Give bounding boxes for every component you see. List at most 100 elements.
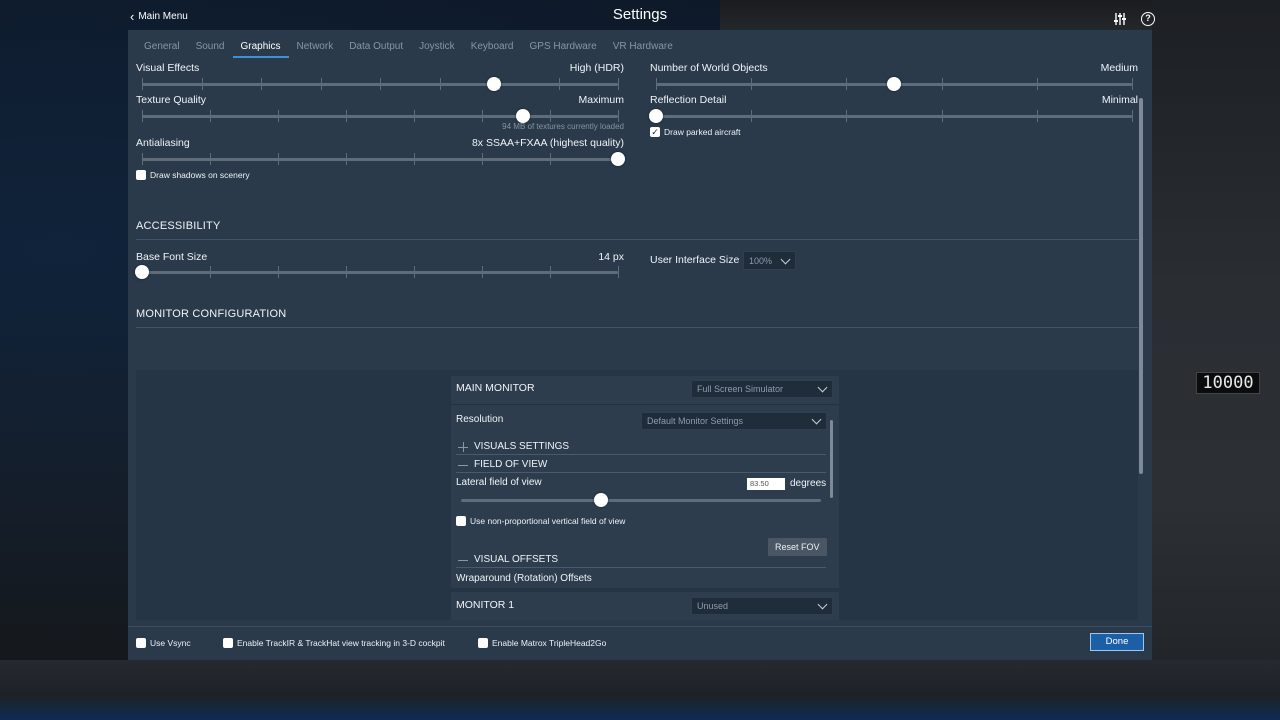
- slider-tick: [550, 110, 551, 122]
- slider-tick: [142, 110, 143, 122]
- texture-memory-note: 94 MB of textures currently loaded: [502, 122, 624, 131]
- world-objects-slider[interactable]: [656, 76, 1133, 92]
- slider-tick: [320, 78, 322, 90]
- accessibility-section-title: ACCESSIBILITY: [136, 220, 221, 232]
- slider-tick: [201, 78, 203, 90]
- visual-effects-label: Visual Effects: [136, 62, 200, 74]
- slider-tick: [414, 266, 415, 278]
- slider-tick: [142, 153, 143, 165]
- slider-tick: [414, 153, 415, 165]
- slider-thumb[interactable]: [135, 265, 149, 279]
- visuals-settings-label: VISUALS SETTINGS: [474, 441, 570, 452]
- top-bar: ‹ Main Menu Settings ?: [0, 0, 1280, 32]
- visuals-divider: [456, 454, 826, 455]
- slider-thumb[interactable]: [649, 109, 663, 123]
- lateral-fov-input[interactable]: [747, 478, 785, 490]
- use-vsync-checkbox[interactable]: Use Vsync: [136, 638, 191, 648]
- tab-graphics[interactable]: Graphics: [232, 38, 289, 58]
- tab-vr-hardware[interactable]: VR Hardware: [605, 38, 681, 58]
- slider-tick: [618, 110, 619, 122]
- help-glyph: ?: [1141, 12, 1155, 26]
- checkbox-box[interactable]: [136, 170, 146, 180]
- resolution-dropdown[interactable]: Default Monitor Settings: [641, 412, 827, 430]
- tab-bar: General Sound Graphics Network Data Outp…: [128, 38, 681, 58]
- slider-tick: [380, 78, 381, 90]
- reset-fov-button[interactable]: Reset FOV: [768, 538, 827, 556]
- main-monitor-mode-dropdown[interactable]: Full Screen Simulator: [691, 380, 833, 398]
- slider-thumb[interactable]: [515, 109, 530, 123]
- chevron-down-icon: [817, 599, 828, 610]
- checkbox-box[interactable]: ✓: [650, 127, 660, 137]
- lateral-fov-slider[interactable]: [461, 492, 821, 508]
- use-vsync-label: Use Vsync: [150, 638, 191, 648]
- slider-track[interactable]: [656, 115, 1132, 118]
- settings-content: Visual Effects High (HDR) Texture Qualit…: [128, 60, 1144, 620]
- monitor-config-divider: [136, 327, 1138, 328]
- settings-scrollbar[interactable]: [1139, 98, 1143, 474]
- tab-general[interactable]: General: [136, 38, 188, 58]
- monitor-1-mode-dropdown[interactable]: Unused: [691, 597, 833, 615]
- slider-tick: [142, 78, 143, 90]
- visuals-settings-header[interactable]: VISUALS SETTINGS: [458, 441, 569, 452]
- collapse-minus-icon: [458, 555, 468, 565]
- sliders-icon[interactable]: [1112, 11, 1128, 27]
- draw-shadows-checkbox[interactable]: Draw shadows on scenery: [136, 170, 250, 180]
- reflection-detail-slider[interactable]: [649, 108, 1133, 124]
- slider-tick: [846, 110, 848, 122]
- slider-tick: [346, 266, 347, 278]
- world-objects-value: Medium: [1100, 62, 1138, 74]
- chevron-down-icon: [811, 414, 822, 425]
- tab-sound[interactable]: Sound: [188, 38, 233, 58]
- lateral-fov-label: Lateral field of view: [456, 477, 542, 488]
- field-of-view-header[interactable]: FIELD OF VIEW: [458, 459, 547, 470]
- trackir-checkbox[interactable]: Enable TrackIR & TrackHat view tracking …: [223, 638, 445, 648]
- slider-tick: [414, 110, 415, 122]
- checkbox-box[interactable]: [478, 638, 488, 648]
- slider-tick: [618, 266, 619, 278]
- slider-tick: [941, 110, 943, 122]
- antialiasing-slider[interactable]: [142, 151, 625, 167]
- slider-tick: [439, 78, 441, 90]
- slider-tick: [278, 110, 279, 122]
- visual-effects-slider[interactable]: [142, 76, 619, 92]
- tab-joystick[interactable]: Joystick: [411, 38, 463, 58]
- slider-thumb[interactable]: [611, 152, 625, 166]
- reflection-detail-value: Minimal: [1101, 94, 1138, 106]
- slider-thumb[interactable]: [594, 493, 609, 507]
- matrox-checkbox[interactable]: Enable Matrox TripleHead2Go: [478, 638, 606, 648]
- reflection-detail-label: Reflection Detail: [650, 94, 727, 106]
- draw-parked-aircraft-checkbox[interactable]: ✓ Draw parked aircraft: [650, 127, 741, 137]
- fov-divider: [456, 472, 826, 473]
- checkbox-box[interactable]: [223, 638, 233, 648]
- slider-thumb[interactable]: [887, 77, 901, 91]
- tab-keyboard[interactable]: Keyboard: [463, 38, 522, 58]
- offsets-divider: [456, 567, 826, 568]
- visual-effects-value: High (HDR): [569, 62, 624, 74]
- monitor-panel-scrollbar[interactable]: [830, 420, 833, 498]
- monitor-1-panel: MONITOR 1 Unused: [451, 592, 839, 620]
- slider-tick: [210, 266, 211, 278]
- slider-tick: [210, 153, 211, 165]
- slider-tick: [261, 78, 262, 90]
- base-font-size-slider[interactable]: [135, 264, 619, 280]
- nonproportional-vfov-checkbox[interactable]: Use non-proportional vertical field of v…: [456, 516, 625, 526]
- matrox-label: Enable Matrox TripleHead2Go: [492, 638, 607, 648]
- slider-track[interactable]: [142, 271, 618, 274]
- help-icon[interactable]: ?: [1140, 11, 1156, 27]
- slider-tick: [278, 266, 279, 278]
- checkbox-box[interactable]: [136, 638, 146, 648]
- visual-offsets-header[interactable]: VISUAL OFFSETS: [458, 554, 558, 565]
- tab-gps-hardware[interactable]: GPS Hardware: [522, 38, 605, 58]
- slider-track[interactable]: [142, 158, 618, 161]
- checkbox-box[interactable]: [456, 516, 466, 526]
- done-button[interactable]: Done: [1090, 633, 1144, 651]
- slider-tick: [482, 110, 483, 122]
- trackir-label: Enable TrackIR & TrackHat view tracking …: [237, 638, 445, 648]
- ui-size-dropdown[interactable]: 100%: [743, 251, 796, 270]
- tab-network[interactable]: Network: [289, 38, 342, 58]
- slider-track[interactable]: [461, 499, 821, 502]
- tab-data-output[interactable]: Data Output: [341, 38, 411, 58]
- slider-tick: [656, 78, 657, 90]
- slider-track[interactable]: [142, 115, 618, 118]
- slider-tick: [482, 266, 483, 278]
